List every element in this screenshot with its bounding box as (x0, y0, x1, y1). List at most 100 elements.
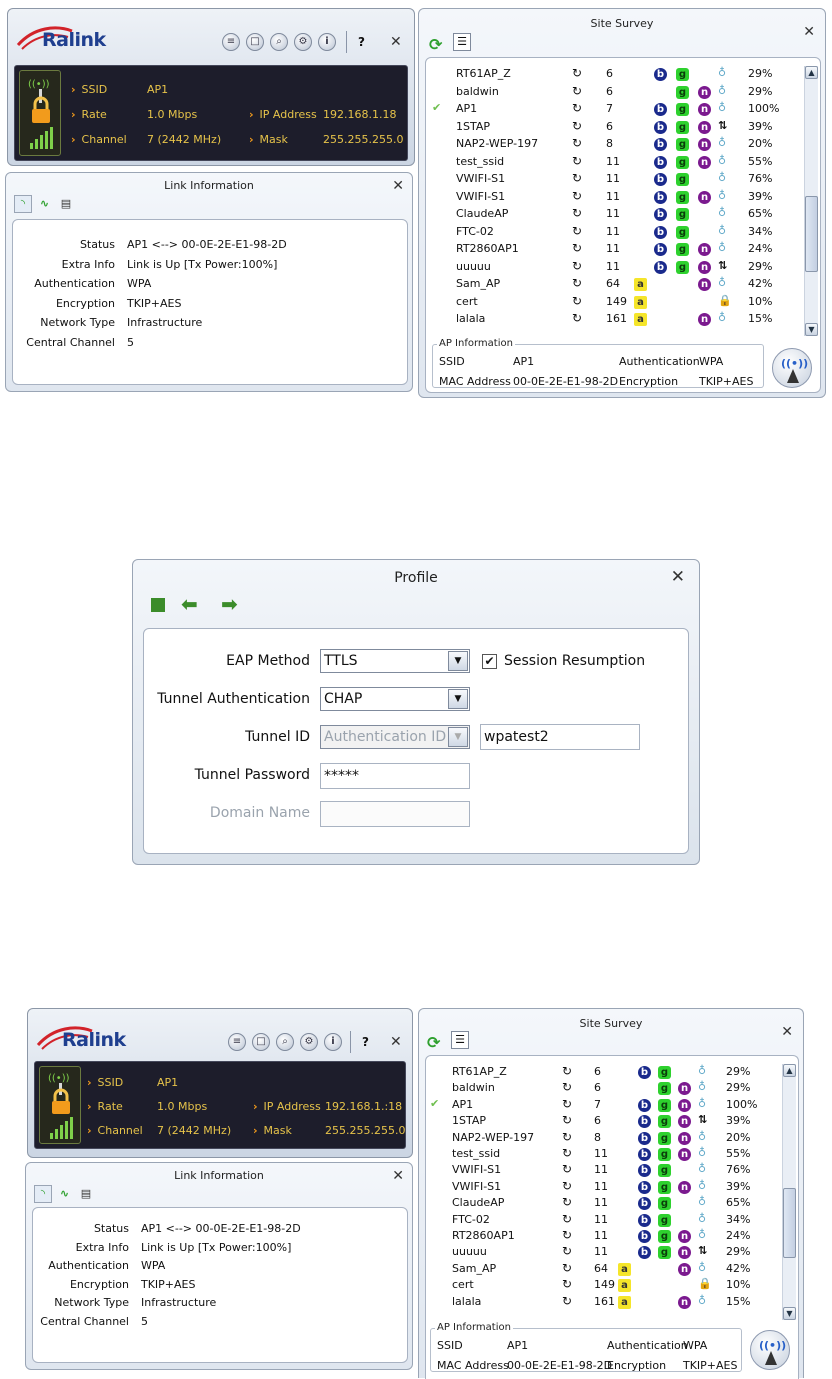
scroll-down-button[interactable]: ▼ (805, 323, 818, 336)
site-survey-row[interactable]: uuuuu ↻ 11 b g n ⇅ 29% (426, 1244, 780, 1262)
eap-method-select[interactable]: TTLS ▼ (320, 649, 470, 673)
close-button[interactable]: ✕ (390, 35, 402, 49)
refresh-icon[interactable]: ⟳ (429, 35, 442, 54)
profile-content: EAP Method TTLS ▼ ✔ Session Resumption T… (143, 628, 689, 854)
profile-close-button[interactable]: ✕ (671, 569, 685, 586)
link-information-title: Link Information (174, 1169, 264, 1182)
session-resumption-checkbox[interactable]: ✔ (482, 654, 497, 669)
channel-cell: 11 (606, 224, 620, 238)
tunnel-password-input[interactable]: ***** (320, 763, 470, 789)
site-survey-row[interactable]: 1STAP ↻ 6 b g n ⇅ 39% (426, 119, 802, 137)
chevron-down-icon[interactable]: ▼ (448, 651, 468, 671)
mask-label: › Mask (253, 1124, 292, 1137)
site-survey-row[interactable]: Sam_AP ↻ 64 a n ♁ 42% (426, 276, 802, 294)
list-icon[interactable]: ≡ (228, 1033, 246, 1051)
rate-value: 1.0 Mbps (157, 1100, 208, 1113)
tunnel-authentication-select[interactable]: CHAP ▼ (320, 687, 470, 711)
refresh-icon[interactable]: ⟳ (427, 1033, 440, 1052)
chevron-down-icon[interactable]: ▼ (448, 689, 468, 709)
site-survey-row[interactable]: VWIFI-S1 ↻ 11 b g n ♁ 39% (426, 1179, 780, 1197)
site-survey-row[interactable]: ✔ AP1 ↻ 7 b g n ♁ 100% (426, 1097, 780, 1115)
802-11b-badge-icon: b (654, 173, 667, 186)
help-button[interactable]: ? (358, 35, 365, 49)
link-info-label: Extra Info (61, 257, 115, 271)
forward-arrow-icon[interactable]: ➡ (221, 592, 238, 616)
document-icon[interactable]: ▤ (57, 196, 75, 214)
signal-icon[interactable]: ◝ (34, 1185, 52, 1203)
site-survey-row[interactable]: VWIFI-S1 ↻ 11 b g ♁ 76% (426, 1162, 780, 1180)
site-survey-row[interactable]: baldwin ↻ 6 g n ♁ 29% (426, 84, 802, 102)
wireless-connect-icon: ((•)) (781, 357, 808, 383)
802-11b-badge-icon: b (654, 190, 667, 204)
site-survey-close-button[interactable]: ✕ (781, 1025, 793, 1039)
ip-address-label: › IP Address (249, 108, 317, 121)
back-arrow-icon[interactable]: ⬅ (181, 592, 198, 616)
site-survey-close-button[interactable]: ✕ (803, 25, 815, 39)
list-view-icon[interactable]: ☰ (451, 1031, 469, 1049)
scroll-down-button[interactable]: ▼ (783, 1307, 796, 1320)
site-survey-row[interactable]: NAP2-WEP-197 ↻ 8 b g n ♁ 20% (426, 136, 802, 154)
infrastructure-icon: ↻ (572, 276, 583, 290)
site-survey-row[interactable]: uuuuu ↻ 11 b g n ⇅ 29% (426, 259, 802, 277)
graph-icon[interactable]: ∿ (36, 196, 54, 214)
802-11n-badge-icon: n (698, 313, 711, 326)
document-icon[interactable]: ▤ (77, 1186, 95, 1204)
settings-icon[interactable]: ⚙ (294, 33, 312, 51)
site-survey-row[interactable]: baldwin ↻ 6 g n ♁ 29% (426, 1080, 780, 1098)
site-survey-row[interactable]: VWIFI-S1 ↻ 11 b g ♁ 76% (426, 171, 802, 189)
site-survey-row[interactable]: FTC-02 ↻ 11 b g ♁ 34% (426, 1212, 780, 1230)
info-icon[interactable]: i (318, 33, 336, 51)
list-view-icon[interactable]: ☰ (453, 33, 471, 51)
graph-icon[interactable]: ∿ (56, 1186, 74, 1204)
site-survey-row[interactable]: VWIFI-S1 ↻ 11 b g n ♁ 39% (426, 189, 802, 207)
scroll-thumb[interactable] (805, 196, 818, 272)
site-survey-row[interactable]: ClaudeAP ↻ 11 b g ♁ 65% (426, 1195, 780, 1213)
scroll-up-button[interactable]: ▲ (783, 1064, 796, 1077)
list-icon[interactable]: ≡ (222, 33, 240, 51)
search-icon[interactable]: ⌕ (270, 33, 288, 51)
site-survey-row[interactable]: Sam_AP ↻ 64 a n ♁ 42% (426, 1261, 780, 1279)
stop-icon[interactable] (151, 598, 165, 612)
search-icon[interactable]: ⌕ (276, 1033, 294, 1051)
site-survey-row[interactable]: lalala ↻ 161 a n ♁ 15% (426, 1294, 780, 1312)
link-info-close-button[interactable]: ✕ (392, 179, 404, 193)
infrastructure-icon: ↻ (572, 223, 583, 238)
profile-icon[interactable]: □ (246, 33, 264, 51)
ssid-cell: RT2860AP1 (456, 242, 519, 255)
site-survey-row[interactable]: test_ssid ↻ 11 b g n ♁ 55% (426, 1146, 780, 1164)
site-survey-row[interactable]: RT2860AP1 ↻ 11 b g n ♁ 24% (426, 1228, 780, 1246)
site-survey-row[interactable]: ClaudeAP ↻ 11 b g ♁ 65% (426, 206, 802, 224)
802-11g-badge-icon: g (658, 1180, 671, 1194)
svg-text:((•)): ((•)) (28, 79, 50, 90)
site-survey-row[interactable]: 1STAP ↻ 6 b g n ⇅ 39% (426, 1113, 780, 1131)
802-11g-badge-icon: g (676, 85, 689, 99)
info-icon[interactable]: i (324, 1033, 342, 1051)
link-info-close-button[interactable]: ✕ (392, 1169, 404, 1183)
site-survey-row[interactable]: cert ↻ 149 a 🔒 10% (426, 1277, 780, 1295)
signal-strength-cell: 34% (726, 1212, 751, 1226)
site-survey-row[interactable]: RT61AP_Z ↻ 6 b g ♁ 29% (426, 1064, 780, 1082)
site-survey-row[interactable]: test_ssid ↻ 11 b g n ♁ 55% (426, 154, 802, 172)
site-survey-row[interactable]: RT2860AP1 ↻ 11 b g n ♁ 24% (426, 241, 802, 259)
link-info-content: Status AP1 <--> 00-0E-2E-E1-98-2D Extra In… (32, 1207, 408, 1363)
connect-button[interactable]: ((•)) (772, 348, 812, 388)
site-survey-row[interactable]: ✔ AP1 ↻ 7 b g n ♁ 100% (426, 101, 802, 119)
close-button[interactable]: ✕ (390, 1035, 402, 1049)
scroll-up-button[interactable]: ▲ (805, 66, 818, 79)
link-info-value: WPA (141, 1259, 166, 1273)
profile-icon[interactable]: □ (252, 1033, 270, 1051)
signal-icon[interactable]: ◝ (14, 195, 32, 213)
link-info-value: 5 (141, 1315, 148, 1328)
settings-icon[interactable]: ⚙ (300, 1033, 318, 1051)
scroll-thumb[interactable] (783, 1188, 796, 1258)
help-button[interactable]: ? (362, 1035, 369, 1049)
site-survey-scrollbar[interactable]: ▲ ▼ (804, 66, 818, 336)
site-survey-row[interactable]: FTC-02 ↻ 11 b g ♁ 34% (426, 224, 802, 242)
site-survey-scrollbar[interactable]: ▲ ▼ (782, 1064, 796, 1320)
site-survey-row[interactable]: cert ↻ 149 a 🔒 10% (426, 294, 802, 312)
connect-button[interactable]: ((•)) (750, 1330, 790, 1370)
tunnel-id-input[interactable]: wpatest2 (480, 724, 640, 750)
site-survey-row[interactable]: NAP2-WEP-197 ↻ 8 b g n ♁ 20% (426, 1130, 780, 1148)
site-survey-row[interactable]: RT61AP_Z ↻ 6 b g ♁ 29% (426, 66, 802, 84)
site-survey-row[interactable]: lalala ↻ 161 a n ♁ 15% (426, 311, 802, 329)
